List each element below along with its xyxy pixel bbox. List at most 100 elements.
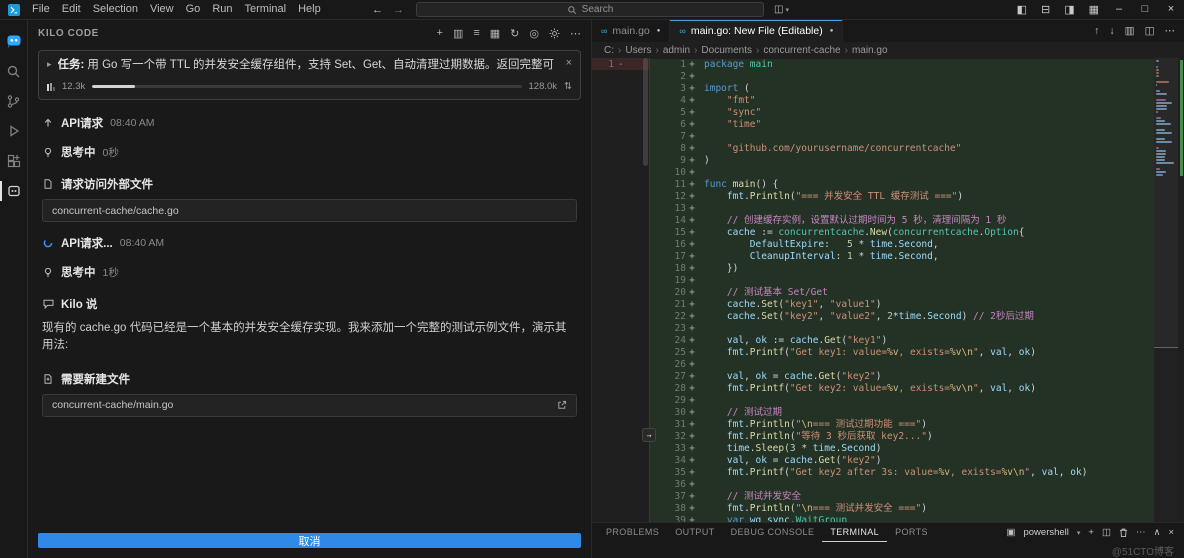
scrollbar[interactable] xyxy=(1178,58,1184,522)
maximize-button[interactable]: □ xyxy=(1132,0,1158,19)
customize-layout-icon[interactable]: ▦ xyxy=(1082,3,1106,16)
history-icon[interactable]: ↻ xyxy=(510,27,519,40)
editor-tab[interactable]: ∞ main.go ● xyxy=(592,20,671,42)
code-line[interactable]: 3 + import ( xyxy=(650,83,1184,95)
code-line[interactable]: 18 + }) xyxy=(650,263,1184,275)
code-line[interactable]: 5 + "sync" xyxy=(650,107,1184,119)
minimap-slider[interactable] xyxy=(1154,58,1178,348)
menu-go[interactable]: Go xyxy=(180,0,207,19)
shell-name[interactable]: powershell xyxy=(1023,527,1068,538)
code-line[interactable]: 20 + // 测试基本 Set/Get xyxy=(650,287,1184,299)
panel-tab-output[interactable]: OUTPUT xyxy=(667,523,722,542)
code-line[interactable]: 11 + func main() { xyxy=(650,179,1184,191)
new-terminal-icon[interactable]: + xyxy=(1088,527,1094,538)
code-line[interactable]: 35 + fmt.Printf("Get key2 after 3s: value… xyxy=(650,467,1184,479)
toggle-secondary-sidebar-icon[interactable]: ◨ xyxy=(1057,3,1081,16)
more-actions-icon[interactable]: ⋯ xyxy=(570,27,581,40)
columns-icon[interactable]: ▥ xyxy=(453,27,463,40)
code-line[interactable]: 4 + "fmt" xyxy=(650,95,1184,107)
minimize-button[interactable]: – xyxy=(1106,0,1132,19)
code-line[interactable]: 21 + cache.Set("key1", "value1") xyxy=(650,299,1184,311)
panel-tab-terminal[interactable]: TERMINAL xyxy=(822,523,887,542)
code-line[interactable]: 2 + xyxy=(650,71,1184,83)
editor-tab[interactable]: ∞ main.go: New File (Editable) ● xyxy=(670,20,844,42)
code-line[interactable]: 10 + xyxy=(650,167,1184,179)
code-line[interactable]: 37 + // 测试并发安全 xyxy=(650,491,1184,503)
timeline-item[interactable]: 请求访问外部文件 xyxy=(42,176,577,192)
search-view-icon[interactable] xyxy=(0,56,28,86)
code-line[interactable]: 38 + fmt.Println("\n=== 测试并发安全 ===") xyxy=(650,503,1184,515)
code-line[interactable]: 23 + xyxy=(650,323,1184,335)
back-icon[interactable]: ← xyxy=(372,4,383,16)
code-line[interactable]: 6 + "time" xyxy=(650,119,1184,131)
open-file-icon[interactable]: ▥ xyxy=(1125,25,1135,37)
timeline-item[interactable]: 思考中 0秒 xyxy=(42,144,577,160)
kill-terminal-icon[interactable] xyxy=(1119,528,1128,538)
open-layout-button[interactable]: ◫ ▾ xyxy=(774,4,789,15)
panel-tab-debug-console[interactable]: DEBUG CONSOLE xyxy=(723,523,823,542)
code-line[interactable]: 33 + time.Sleep(3 * time.Second) xyxy=(650,443,1184,455)
more-actions-icon[interactable]: ⋯ xyxy=(1136,527,1146,538)
code-line[interactable]: 17 + CleanupInterval: 1 * time.Second, xyxy=(650,251,1184,263)
menu-view[interactable]: View xyxy=(144,0,180,19)
breadcrumb-item[interactable]: main.go xyxy=(852,45,888,56)
code-line[interactable]: 27 + val, ok = cache.Get("key2") xyxy=(650,371,1184,383)
diff-modified-pane[interactable]: 1 + package main 2 +3 + import (4 + "fmt" 5 + "sy… xyxy=(650,58,1184,522)
file-chip[interactable]: concurrent-cache/main.go xyxy=(42,393,577,417)
breadcrumb-item[interactable]: Documents xyxy=(701,45,752,56)
code-line[interactable]: 31 + fmt.Println("\n=== 测试过期功能 ===") xyxy=(650,419,1184,431)
kilo-view-icon[interactable] xyxy=(0,176,28,206)
next-change-icon[interactable]: ↓ xyxy=(1109,25,1114,37)
code-line[interactable]: 26 + xyxy=(650,359,1184,371)
code-line[interactable]: 7 + xyxy=(650,131,1184,143)
expand-context-icon[interactable]: ⇅ xyxy=(564,81,572,92)
timeline-item[interactable]: Kilo 说 xyxy=(42,296,577,312)
source-control-icon[interactable] xyxy=(0,86,28,116)
code-line[interactable]: 15 + cache := concurrentcache.New(concurr… xyxy=(650,227,1184,239)
code-line[interactable]: 1 + package main xyxy=(650,59,1184,71)
menu-terminal[interactable]: Terminal xyxy=(239,0,293,19)
search-input[interactable]: Search xyxy=(416,2,764,17)
menu-run[interactable]: Run xyxy=(206,0,238,19)
breadcrumb-item[interactable]: admin xyxy=(663,45,690,56)
minimap[interactable] xyxy=(1154,58,1178,522)
code-line[interactable]: 30 + // 测试过期 xyxy=(650,407,1184,419)
run-debug-icon[interactable] xyxy=(0,116,28,146)
menu-help[interactable]: Help xyxy=(292,0,327,19)
mcp-grid-icon[interactable]: ▦ xyxy=(490,27,500,40)
breadcrumb-item[interactable]: concurrent-cache xyxy=(763,45,840,56)
code-line[interactable]: 16 + DefaultExpire: 5 * time.Second, xyxy=(650,239,1184,251)
forward-icon[interactable]: → xyxy=(393,4,404,16)
new-task-icon[interactable]: + xyxy=(437,27,443,39)
code-line[interactable]: 8 + "github.com/yourusername/concurrentca… xyxy=(650,143,1184,155)
code-line[interactable]: 34 + val, ok = cache.Get("key2") xyxy=(650,455,1184,467)
breadcrumb-item[interactable]: C: xyxy=(604,45,614,56)
split-terminal-icon[interactable]: ◫ xyxy=(1102,527,1111,538)
close-button[interactable]: × xyxy=(1158,0,1184,19)
diff-nav-arrow-icon[interactable]: → xyxy=(642,428,656,442)
code-line[interactable]: 25 + fmt.Printf("Get key1: value=%v, exis… xyxy=(650,347,1184,359)
prompts-icon[interactable]: ≡ xyxy=(473,27,479,39)
cancel-button[interactable]: 取消 xyxy=(38,533,581,548)
file-chip[interactable]: concurrent-cache/cache.go xyxy=(42,199,577,223)
menu-file[interactable]: File xyxy=(26,0,56,19)
chevron-down-icon[interactable]: ▾ xyxy=(1077,529,1081,537)
breadcrumb-item[interactable]: Users xyxy=(625,45,651,56)
timeline-item[interactable]: API请求 08:40 AM xyxy=(42,115,577,131)
left-pane-scrollbar[interactable] xyxy=(643,58,648,166)
open-external-icon[interactable] xyxy=(557,400,567,410)
settings-gear-icon[interactable] xyxy=(549,28,560,39)
collapse-chevron-icon[interactable]: ▸ xyxy=(47,59,52,70)
code-line[interactable]: 36 + xyxy=(650,479,1184,491)
code-line[interactable]: 29 + xyxy=(650,395,1184,407)
code-line[interactable]: 24 + val, ok := cache.Get("key1") xyxy=(650,335,1184,347)
kilo-code-logo-icon[interactable] xyxy=(0,26,28,56)
timeline-item[interactable]: 思考中 1秒 xyxy=(42,264,577,280)
code-line[interactable]: 28 + fmt.Printf("Get key2: value=%v, exis… xyxy=(650,383,1184,395)
maximize-panel-icon[interactable]: ∧ xyxy=(1153,527,1160,538)
code-line[interactable]: 39 + var wg sync.WaitGroup xyxy=(650,515,1184,522)
panel-tab-ports[interactable]: PORTS xyxy=(887,523,936,542)
code-line[interactable]: 22 + cache.Set("key2", "value2", 2*time.S… xyxy=(650,311,1184,323)
code-line[interactable]: 19 + xyxy=(650,275,1184,287)
more-actions-icon[interactable]: ⋯ xyxy=(1165,25,1176,37)
